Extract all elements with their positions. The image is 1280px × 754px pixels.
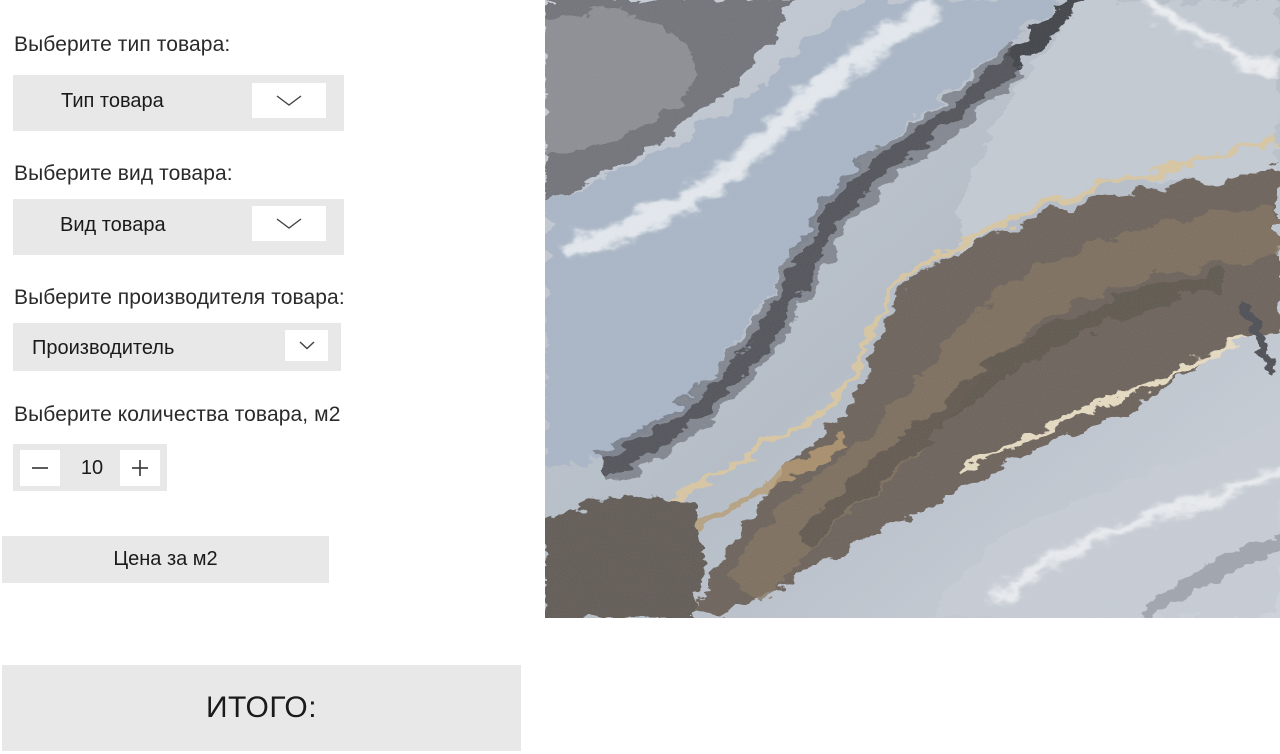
kind-select-value: Вид товара xyxy=(60,214,166,236)
maker-select-value: Производитель xyxy=(32,337,175,359)
minus-icon[interactable] xyxy=(20,450,60,486)
type-select[interactable]: Тип товара xyxy=(13,75,344,131)
plus-icon[interactable] xyxy=(120,450,160,486)
maker-select[interactable]: Производитель xyxy=(13,323,341,371)
maker-label: Выберите производителя товара: xyxy=(14,286,345,309)
quantity-label: Выберите количества товара, м2 xyxy=(14,403,341,426)
quantity-stepper: 10 xyxy=(13,444,167,491)
price-per-m2-button[interactable]: Цена за м2 xyxy=(2,536,329,583)
chevron-down-icon[interactable] xyxy=(252,206,326,241)
product-image xyxy=(545,0,1280,618)
type-label: Выберите тип товара: xyxy=(14,33,231,56)
total-panel: ИТОГО: xyxy=(2,665,521,751)
quantity-value[interactable]: 10 xyxy=(66,450,118,486)
product-calculator-page: Выберите тип товара: Тип товара Выберите… xyxy=(0,0,1280,754)
type-select-value: Тип товара xyxy=(61,90,164,112)
kind-label: Выберите вид товара: xyxy=(14,162,233,185)
chevron-down-icon[interactable] xyxy=(252,83,326,118)
kind-select[interactable]: Вид товара xyxy=(13,199,344,255)
chevron-down-icon[interactable] xyxy=(285,330,328,361)
